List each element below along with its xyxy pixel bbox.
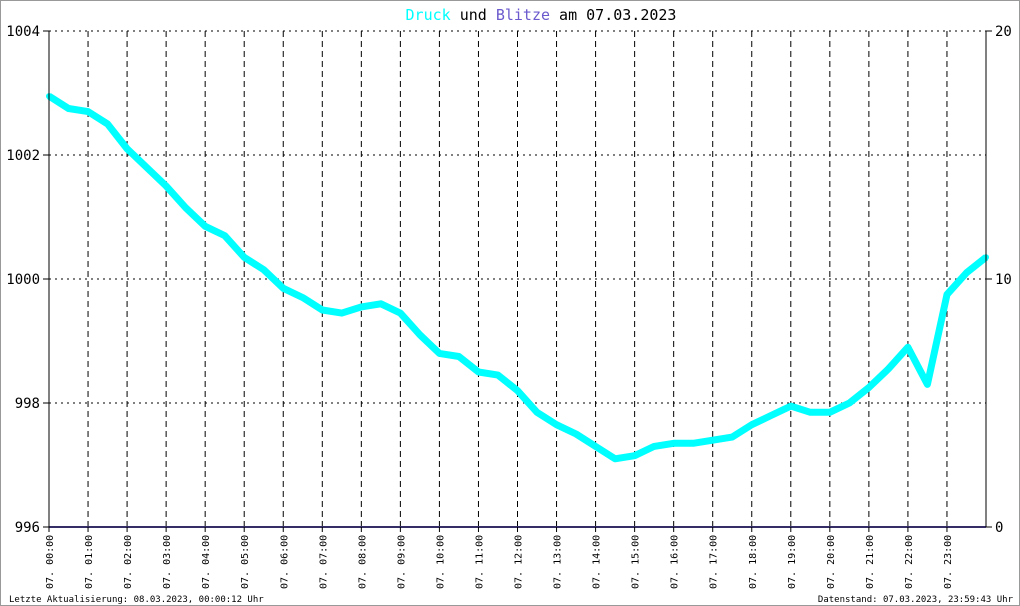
x-tick-label: 07. 10:00	[435, 535, 446, 589]
data-point-druck	[807, 409, 814, 416]
chart-window: Druck und Blitze am 07.03.2023 996 998 100…	[0, 0, 1020, 606]
data-point-druck	[299, 294, 306, 301]
data-point-druck	[338, 310, 345, 317]
data-point-druck	[358, 303, 365, 310]
data-point-druck	[377, 300, 384, 307]
data-point-druck	[124, 145, 131, 152]
data-point-druck	[846, 400, 853, 406]
data-point-druck	[943, 291, 950, 298]
data-point-druck	[319, 307, 326, 313]
data-point-druck	[455, 353, 462, 360]
title-part: Blitze	[496, 6, 550, 24]
x-tick-label: 07. 09:00	[396, 535, 407, 589]
data-point-druck	[631, 452, 638, 459]
title-part: und	[451, 6, 496, 24]
x-tick-label: 07. 22:00	[904, 535, 915, 589]
x-tick-label: 07. 07:00	[318, 535, 329, 589]
x-tick-label: 07. 17:00	[709, 535, 720, 589]
x-tick-label: 07. 02:00	[123, 535, 134, 589]
data-point-druck	[163, 183, 170, 189]
y-left-tick-label: 998	[15, 396, 40, 412]
data-point-druck	[690, 440, 697, 447]
y-right-tick-label: 10	[995, 272, 1012, 288]
y-right-tick-label: 0	[995, 520, 1003, 536]
x-tick-label: 07. 11:00	[474, 535, 485, 589]
data-point-druck	[787, 403, 794, 410]
x-tick-label: 07. 23:00	[943, 535, 954, 589]
data-point-druck	[865, 384, 872, 391]
data-point-druck	[553, 421, 560, 428]
x-tick-label: 07. 08:00	[357, 535, 368, 589]
y-left-tick-label: 1004	[6, 24, 40, 40]
chart-title: Druck und Blitze am 07.03.2023	[406, 6, 677, 24]
x-tick-label: 07. 05:00	[240, 535, 251, 589]
data-point-druck	[768, 412, 775, 419]
data-point-druck	[65, 105, 72, 112]
data-point-druck	[612, 455, 619, 462]
x-tick-label: 07. 03:00	[162, 535, 173, 589]
x-tick-label: 07. 15:00	[631, 535, 642, 589]
footer-last-update: Letzte Aktualisierung: 08.03.2023, 00:00…	[9, 595, 264, 605]
data-point-druck	[651, 443, 658, 450]
x-tick-label: 07. 06:00	[279, 535, 290, 589]
x-tick-label: 07. 20:00	[826, 535, 837, 589]
data-point-druck	[670, 440, 677, 447]
data-point-druck	[826, 409, 833, 416]
data-point-druck	[904, 344, 911, 351]
footer-data-status: Datenstand: 07.03.2023, 23:59:43 Uhr	[818, 595, 1014, 605]
data-point-druck	[85, 108, 92, 115]
data-point-druck	[748, 421, 755, 428]
data-point-druck	[924, 381, 931, 388]
data-point-druck	[104, 121, 111, 127]
data-point-druck	[534, 409, 541, 416]
data-point-druck	[416, 331, 423, 338]
y-left-tick-label: 1000	[6, 272, 40, 288]
y-right-tick-label: 20	[995, 24, 1012, 40]
data-point-druck	[592, 443, 599, 450]
data-point-druck	[514, 387, 521, 394]
data-point-druck	[397, 310, 404, 317]
x-tick-label: 07. 04:00	[201, 535, 212, 589]
data-point-druck	[729, 434, 736, 441]
data-point-druck	[709, 437, 716, 444]
data-point-druck	[182, 204, 189, 211]
data-point-druck	[241, 254, 248, 261]
y-left-tick-label: 1002	[6, 148, 40, 164]
x-tick-label: 07. 00:00	[45, 535, 56, 589]
x-tick-label: 07. 01:00	[84, 535, 95, 589]
title-part: am 07.03.2023	[550, 6, 676, 24]
x-tick-label: 07. 19:00	[787, 535, 798, 589]
data-point-druck	[280, 285, 287, 292]
x-tick-label: 07. 16:00	[670, 535, 681, 589]
data-point-druck	[573, 431, 580, 437]
data-point-druck	[260, 266, 267, 273]
title-part: Druck	[406, 6, 451, 24]
data-point-druck	[494, 372, 501, 379]
data-point-druck	[885, 365, 892, 372]
x-tick-label: 07. 14:00	[592, 535, 603, 589]
data-point-druck	[963, 269, 970, 276]
data-point-druck	[202, 223, 209, 230]
data-point-druck	[436, 350, 443, 357]
x-tick-label: 07. 18:00	[748, 535, 759, 589]
y-left-tick-label: 996	[15, 520, 40, 536]
pressure-lightning-chart: Druck und Blitze am 07.03.2023 996998100…	[6, 6, 1014, 605]
data-point-druck	[475, 369, 482, 375]
x-tick-label: 07. 13:00	[553, 535, 564, 589]
x-tick-label: 07. 12:00	[514, 535, 525, 589]
data-point-druck	[143, 164, 150, 171]
data-point-druck	[221, 232, 228, 239]
x-tick-label: 07. 21:00	[865, 535, 876, 589]
